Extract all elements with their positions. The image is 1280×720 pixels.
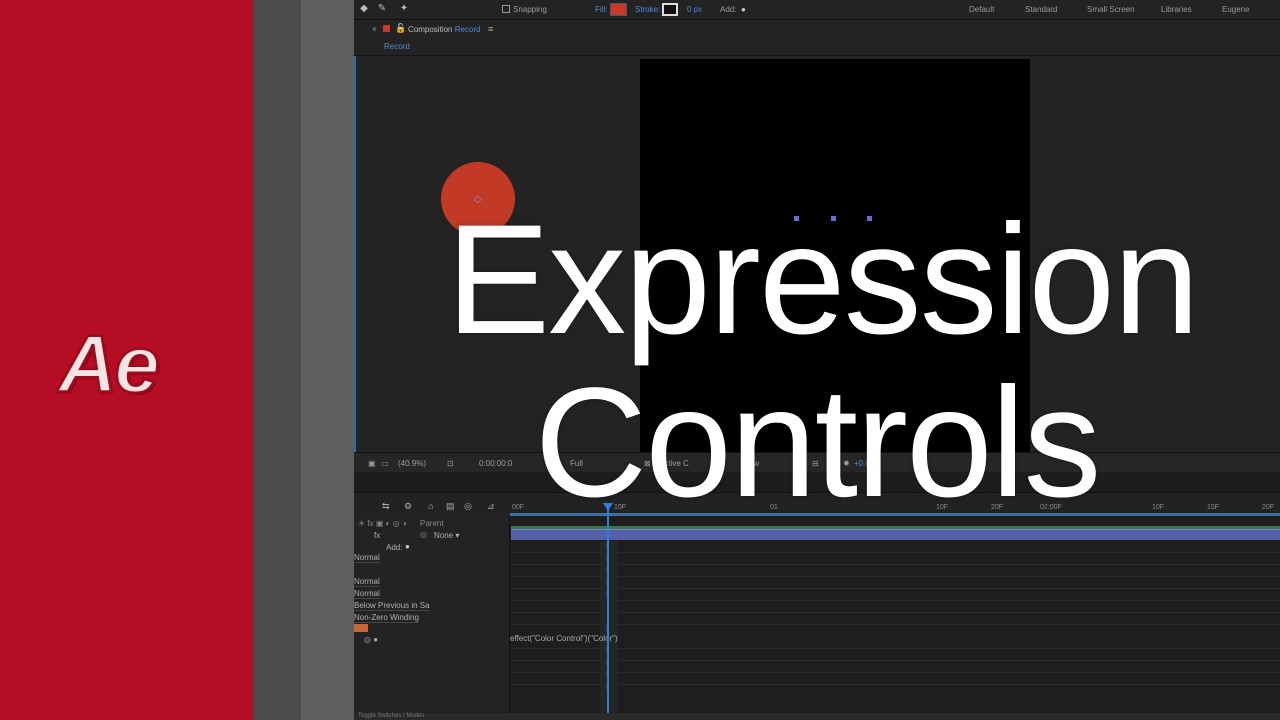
timeline-footer: Toggle Switches / Modes xyxy=(354,713,1280,720)
grid-line xyxy=(511,552,1280,553)
add-property-icon[interactable]: ● xyxy=(405,542,410,551)
grid-line xyxy=(511,684,1280,685)
grid-line xyxy=(511,612,1280,613)
snapping-checkbox[interactable] xyxy=(502,5,510,13)
eraser-icon[interactable]: ◆ xyxy=(358,3,370,15)
timeline-graph[interactable] xyxy=(510,516,1280,720)
composite-dropdown[interactable]: Below Previous in Sa xyxy=(354,601,430,611)
layer-panel: ☀ fx ▣ ◐ ◎ ◑ Parent fx ◎ None ▾ Add: ● N… xyxy=(354,516,510,720)
grid-line xyxy=(511,588,1280,589)
stroke-color-swatch[interactable] xyxy=(662,3,678,16)
snapping-toggle[interactable]: Snapping xyxy=(502,5,547,14)
composition-breadcrumb[interactable]: Record xyxy=(384,42,410,51)
tools-toolbar: ◆ ✎ ✦ Snapping Fill: Stroke: 0 px Add: ●… xyxy=(354,0,1280,20)
after-effects-logo: Ae xyxy=(57,318,162,412)
grid-line xyxy=(511,564,1280,565)
workspace-default[interactable]: Default xyxy=(969,5,994,14)
workspace-small-screen[interactable]: Small Screen xyxy=(1087,5,1135,14)
add-label: Add: xyxy=(720,5,737,14)
composition-color-label xyxy=(383,25,390,32)
puppet-pin-icon[interactable]: ✦ xyxy=(398,3,410,15)
expression-text[interactable]: effect("Color Control")("Color") xyxy=(510,634,618,643)
close-icon[interactable]: × xyxy=(372,25,377,34)
title-line-2: Controls xyxy=(534,356,1102,530)
lock-icon[interactable]: 🔓 xyxy=(395,23,406,34)
parent-dropdown[interactable]: None ▾ xyxy=(434,531,459,540)
playhead-line[interactable] xyxy=(607,503,609,720)
workspace-eugene[interactable]: Eugene xyxy=(1222,5,1250,14)
link-icon[interactable]: ◎ xyxy=(420,530,427,539)
fill-rule-dropdown[interactable]: Non-Zero Winding xyxy=(354,613,419,623)
grid-line xyxy=(511,660,1280,661)
blend-mode-dropdown[interactable]: Normal xyxy=(354,577,380,587)
workspace-standard[interactable]: Standard xyxy=(1025,5,1057,14)
fade-panel-light xyxy=(301,0,354,720)
add-shape-icon[interactable]: ● xyxy=(741,5,746,14)
title-line-1: Expression xyxy=(446,193,1200,367)
add-property-label: Add: xyxy=(386,543,403,552)
grid-line xyxy=(511,576,1280,577)
grid-line xyxy=(511,648,1280,649)
stroke-width-value[interactable]: 0 px xyxy=(687,5,702,14)
fade-panel-dark xyxy=(253,0,301,720)
blend-mode-dropdown[interactable]: Normal xyxy=(354,553,380,563)
screen: Ae ◆ ✎ ✦ Snapping Fill: Stroke: 0 px Add… xyxy=(0,0,1280,720)
roto-brush-icon[interactable]: ✎ xyxy=(376,3,388,15)
panel-menu-icon[interactable]: ≡ xyxy=(488,24,493,34)
composition-tab[interactable]: Composition Record xyxy=(408,25,481,34)
blend-mode-dropdown[interactable]: Normal xyxy=(354,589,380,599)
fill-label[interactable]: Fill: xyxy=(595,5,607,14)
fill-color-swatch[interactable] xyxy=(610,3,627,16)
grid-line xyxy=(511,672,1280,673)
layer-duration-bar[interactable] xyxy=(511,529,1280,540)
toggle-modes-label[interactable]: Toggle Switches / Modes xyxy=(358,713,424,719)
grid-line xyxy=(511,624,1280,625)
color-swatch[interactable] xyxy=(354,624,368,632)
video-title: Expression Controls xyxy=(354,200,1280,523)
workspace-libraries[interactable]: Libraries xyxy=(1161,5,1192,14)
grid-line xyxy=(511,600,1280,601)
expression-enable-icon[interactable]: ◎ ● xyxy=(364,635,378,644)
brand-panel: Ae xyxy=(0,0,253,720)
fx-switch[interactable]: fx xyxy=(374,531,380,540)
composition-panel-header: × 🔓 Composition Record ≡ Record xyxy=(354,20,1280,56)
stroke-label[interactable]: Stroke: xyxy=(635,5,660,14)
